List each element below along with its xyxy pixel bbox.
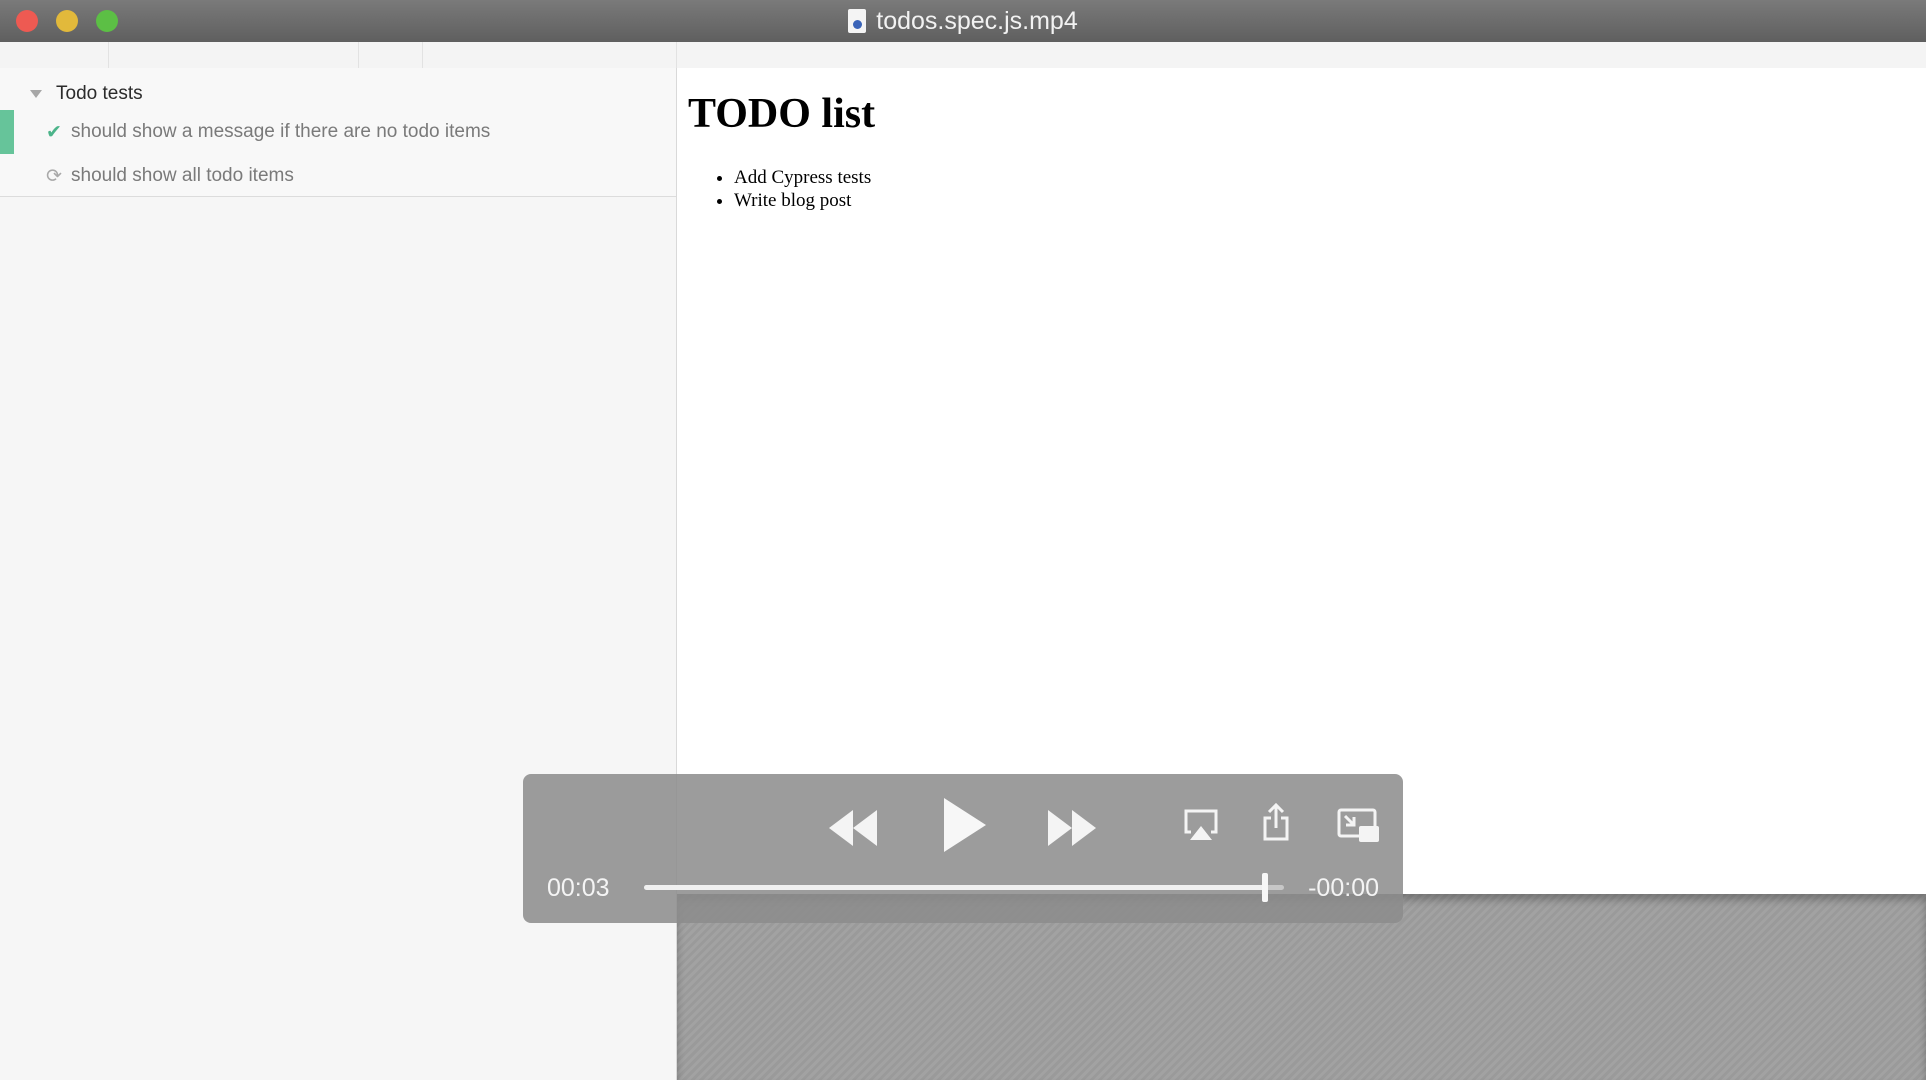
- caret-down-icon: [30, 90, 42, 98]
- preview-heading: TODO list: [688, 91, 876, 137]
- fast-forward-icon: [1048, 810, 1096, 846]
- share-icon: [1263, 802, 1289, 841]
- timeline-scrubber[interactable]: [644, 873, 1284, 902]
- check-icon: ✔: [46, 121, 62, 143]
- window-titlebar: todos.spec.js.mp4: [0, 0, 1926, 43]
- video-document-icon: [848, 9, 867, 33]
- picture-in-picture-icon: [1337, 808, 1379, 842]
- toolbar-divider: [108, 42, 109, 68]
- elapsed-time: 00:03: [547, 874, 610, 902]
- todo-list: Add Cypress tests Write blog post: [734, 166, 871, 212]
- runner-toolbar: [0, 42, 1926, 69]
- test-row-passed[interactable]: ✔ should show a message if there are no …: [0, 110, 676, 154]
- airplay-icon: [1184, 809, 1218, 840]
- test-row-running[interactable]: ⟳ should show all todo items: [0, 154, 676, 198]
- toolbar-divider: [422, 42, 423, 68]
- todo-item: Write blog post: [734, 189, 871, 212]
- toolbar-divider: [358, 42, 359, 68]
- window-title-text: todos.spec.js.mp4: [876, 6, 1078, 35]
- video-controls: 00:03 -00:00: [523, 774, 1403, 923]
- window-title: todos.spec.js.mp4: [0, 0, 1926, 42]
- test-title: should show all todo items: [71, 165, 294, 186]
- passed-indicator-bar: [0, 110, 14, 154]
- picture-in-picture-button[interactable]: [1337, 808, 1381, 844]
- play-icon: [944, 798, 986, 852]
- test-runner-panel: Todo tests ✔ should show a message if th…: [0, 68, 677, 1080]
- test-title: should show a message if there are no to…: [71, 121, 491, 142]
- app-preview: TODO list Add Cypress tests Write blog p…: [677, 68, 1926, 894]
- refresh-icon: ⟳: [46, 165, 62, 187]
- toolbar-divider: [676, 42, 677, 68]
- suite-header[interactable]: Todo tests: [30, 76, 143, 112]
- rewind-icon: [829, 810, 877, 846]
- suite-title: Todo tests: [56, 83, 143, 104]
- playhead-handle[interactable]: [1261, 873, 1268, 902]
- todo-item: Add Cypress tests: [734, 166, 871, 189]
- share-button[interactable]: [1262, 802, 1290, 842]
- airplay-button[interactable]: [1183, 808, 1219, 842]
- rewind-button[interactable]: [827, 808, 879, 848]
- remaining-time: -00:00: [1308, 874, 1379, 902]
- timeline-progress: [644, 885, 1265, 890]
- fast-forward-button[interactable]: [1046, 808, 1098, 848]
- play-button[interactable]: [940, 796, 988, 854]
- test-list: Todo tests ✔ should show a message if th…: [0, 68, 676, 197]
